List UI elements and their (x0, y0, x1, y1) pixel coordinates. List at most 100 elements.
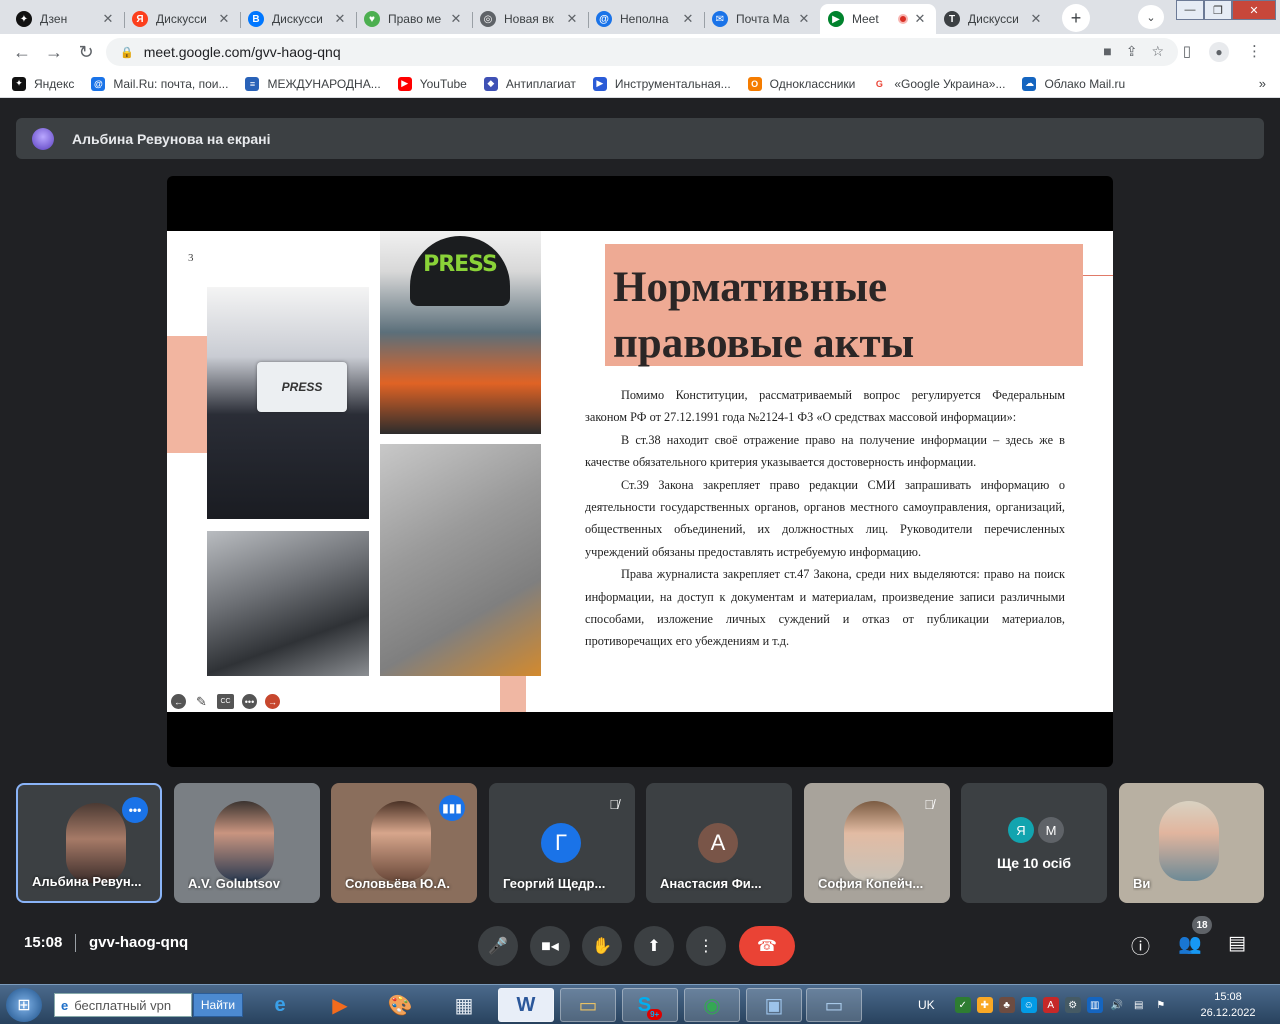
pdf-icon[interactable]: A (1042, 997, 1059, 1013)
maximize-button[interactable]: ❐ (1204, 0, 1232, 20)
calculator-icon[interactable]: ▦ (436, 988, 492, 1022)
window-preview-icon[interactable]: ▭ (806, 988, 862, 1022)
close-tab-icon[interactable]: ✕ (100, 11, 116, 27)
participant-tile[interactable]: ••• Альбина Ревун... (16, 783, 162, 903)
participant-tile[interactable]: А Анастасия Фи... (646, 783, 792, 903)
tray-app-icon[interactable]: ⚙ (1064, 997, 1081, 1013)
participant-tile[interactable]: A.V. Golubtsov (174, 783, 320, 903)
camera-icon[interactable]: ■ (1103, 43, 1111, 60)
participant-tile[interactable]: 🎙̸ Г Георгий Щедр... (489, 783, 635, 903)
browser-tab[interactable]: T Дискусси ✕ (936, 4, 1052, 34)
side-panel-icon[interactable]: ▯ (1183, 42, 1191, 62)
tray-app-icon[interactable]: ✓ (954, 997, 971, 1013)
media-player-icon[interactable]: ▶ (312, 988, 368, 1022)
camera-button[interactable]: ■◂ (530, 926, 570, 966)
speaking-indicator-icon: ▮▮▮ (439, 795, 465, 821)
chrome-icon[interactable]: ◉ (684, 988, 740, 1022)
pen-icon[interactable]: ✎ (194, 694, 209, 709)
more-options-button[interactable]: ⋮ (686, 926, 726, 966)
next-slide-icon[interactable]: → (265, 694, 280, 709)
bookmark-item[interactable]: О Одноклассники (747, 76, 855, 91)
close-tab-icon[interactable]: ✕ (680, 11, 696, 27)
more-participants-tile[interactable]: Я М Ще 10 осіб (961, 783, 1107, 903)
network-icon[interactable]: ▤ (1131, 997, 1147, 1013)
slide-paragraph: Права журналиста закрепляет ст.47 Закона… (585, 567, 1065, 649)
profile-icon[interactable]: ● (1209, 42, 1229, 62)
tray-app-icon[interactable]: ▥ (1086, 997, 1103, 1013)
bookmark-item[interactable]: G «Google Украина»... (872, 76, 1005, 91)
close-tab-icon[interactable]: ✕ (1028, 11, 1044, 27)
bookmark-item[interactable]: ▶ YouTube (397, 76, 467, 91)
chat-icon[interactable]: ▤ (1228, 932, 1246, 955)
forward-button[interactable]: → (38, 42, 70, 63)
language-indicator[interactable]: UK (918, 998, 935, 1012)
hang-up-icon: ☎ (757, 938, 777, 955)
photo-press-helmet: PRESS (380, 231, 541, 434)
bookmark-favicon-icon: ✦ (12, 76, 26, 91)
bookmarks-overflow-icon[interactable]: » (1259, 76, 1266, 91)
system-clock[interactable]: 15:08 26.12.2022 (1198, 989, 1258, 1021)
skype-icon[interactable]: S 9+ (622, 988, 678, 1022)
back-button[interactable]: ← (6, 42, 38, 63)
share-icon[interactable]: ⇪ (1126, 43, 1138, 60)
tab-label: Почта Ма (736, 12, 790, 26)
tray-app-icon[interactable]: ♣ (998, 997, 1015, 1013)
new-tab-button[interactable]: + (1062, 4, 1090, 32)
close-tab-icon[interactable]: ✕ (448, 11, 464, 27)
bookmark-item[interactable]: ✦ Яндекс (12, 76, 74, 91)
close-window-button[interactable]: ✕ (1232, 0, 1276, 20)
address-bar[interactable]: 🔒 meet.google.com/gvv-haog-qnq ■ ⇪ ☆ (106, 38, 1178, 66)
reload-button[interactable]: ↻ (70, 42, 102, 63)
people-icon[interactable]: 👥 (1178, 932, 1202, 956)
word-icon[interactable]: W (498, 988, 554, 1022)
microphone-button[interactable]: 🎤 (478, 926, 518, 966)
browser-tab[interactable]: @ Неполна ✕ (588, 4, 704, 34)
bookmark-star-icon[interactable]: ☆ (1151, 43, 1164, 60)
raise-hand-button[interactable]: ✋ (582, 926, 622, 966)
leave-call-button[interactable]: ☎ (739, 926, 795, 966)
participant-tile[interactable]: ▮▮▮ Соловьёва Ю.А. (331, 783, 477, 903)
self-view-tile[interactable]: Ви (1119, 783, 1264, 903)
close-tab-icon[interactable]: ✕ (912, 11, 928, 27)
close-tab-icon[interactable]: ✕ (564, 11, 580, 27)
windows-logo-icon: ⊞ (17, 997, 31, 1014)
close-tab-icon[interactable]: ✕ (216, 11, 232, 27)
menu-kebab-icon[interactable]: ⋮ (1247, 42, 1262, 62)
paint-icon[interactable]: 🎨 (372, 988, 428, 1022)
close-tab-icon[interactable]: ✕ (796, 11, 812, 27)
captions-button[interactable]: CC (217, 694, 234, 709)
browser-tab[interactable]: Я Дискусси ✕ (124, 4, 240, 34)
meeting-info-icon[interactable]: ⓘ (1131, 932, 1150, 959)
taskbar-search-input[interactable]: e бесплатный vpn (54, 993, 192, 1017)
browser-tab[interactable]: ▶ Meet ✕ (820, 4, 936, 34)
more-options-icon[interactable]: ••• (242, 694, 257, 709)
browser-tab[interactable]: ✉ Почта Ма ✕ (704, 4, 820, 34)
participant-tile[interactable]: 🎙̸ София Копейч... (804, 783, 950, 903)
present-screen-button[interactable]: ⬆ (634, 926, 674, 966)
tray-app-icon[interactable]: ✚ (976, 997, 993, 1013)
browser-tab[interactable]: ◎ Новая вк ✕ (472, 4, 588, 34)
internet-explorer-icon[interactable]: e (252, 988, 308, 1022)
browser-tab[interactable]: ♥ Право ме ✕ (356, 4, 472, 34)
bookmark-item[interactable]: ≡ МЕЖДУНАРОДНА... (245, 76, 381, 91)
slide-decoration-line (1083, 275, 1113, 276)
browser-tab[interactable]: В Дискусси ✕ (240, 4, 356, 34)
bookmark-item[interactable]: ☁ Облако Mail.ru (1022, 76, 1125, 91)
tray-app-icon[interactable]: ☺ (1020, 997, 1037, 1013)
minimize-button[interactable]: — (1176, 0, 1204, 20)
address-url: meet.google.com/gvv-haog-qnq (143, 44, 341, 60)
prev-slide-icon[interactable]: ← (171, 694, 186, 709)
tab-label: Право ме (388, 12, 442, 26)
tab-search-button[interactable]: ⌄ (1138, 5, 1164, 29)
browser-tab[interactable]: ✦ Дзен ✕ (8, 4, 124, 34)
close-tab-icon[interactable]: ✕ (332, 11, 348, 27)
bookmark-item[interactable]: @ Mail.Ru: почта, пои... (91, 76, 228, 91)
volume-icon[interactable]: 🔊 (1109, 997, 1125, 1013)
app-icon[interactable]: ▣ (746, 988, 802, 1022)
flag-icon[interactable]: ⚑ (1153, 997, 1169, 1013)
taskbar-search-button[interactable]: Найти (193, 993, 243, 1017)
start-button[interactable]: ⊞ (6, 988, 42, 1022)
bookmark-item[interactable]: ▶ Инструментальная... (592, 76, 731, 91)
file-explorer-icon[interactable]: ▭ (560, 988, 616, 1022)
bookmark-item[interactable]: ◆ Антиплагиат (483, 76, 576, 91)
